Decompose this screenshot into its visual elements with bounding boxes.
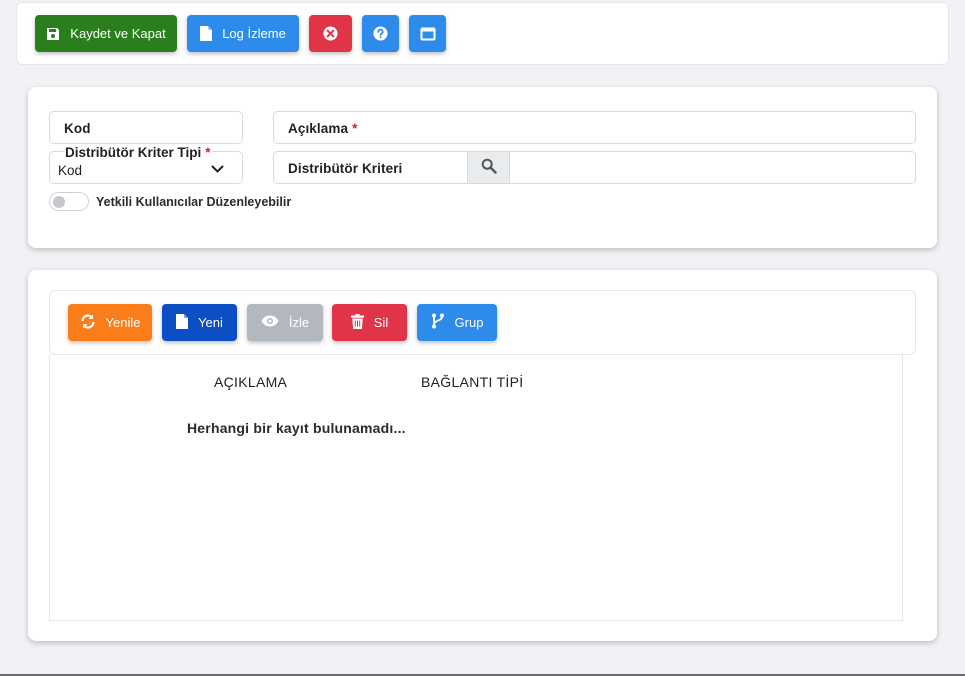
refresh-button[interactable]: Yenile: [68, 304, 152, 341]
save-close-label: Kaydet ve Kapat: [70, 26, 166, 41]
refresh-icon: [80, 313, 96, 332]
aciklama-label: Açıklama *: [288, 121, 358, 136]
group-label: Grup: [454, 315, 484, 330]
document-icon: [200, 26, 213, 41]
document-icon: [176, 313, 189, 332]
yetkili-label: Yetkili Kullanıcılar Düzenleyebilir: [96, 195, 292, 209]
data-grid: AÇIKLAMA BAĞLANTI TİPİ Herhangi bir kayı…: [49, 355, 903, 621]
kriter-input[interactable]: [511, 152, 914, 183]
trash-icon: [350, 313, 364, 332]
delete-button[interactable]: Sil: [332, 304, 407, 341]
window-icon: [420, 27, 436, 41]
group-button[interactable]: Grup: [417, 304, 497, 341]
window-button[interactable]: [409, 15, 446, 52]
log-view-label: Log İzleme: [222, 26, 286, 41]
grid-card: Yenile Yeni İzle Sil Grup AÇIKLAMA BAĞLA…: [28, 270, 937, 641]
save-icon: [46, 27, 60, 41]
refresh-label: Yenile: [105, 315, 141, 330]
save-close-button[interactable]: Kaydet ve Kapat: [35, 15, 177, 52]
form-card: Kod Açıklama * Distribütör Kriter Tipi * K…: [28, 87, 937, 248]
search-icon: [481, 158, 497, 177]
help-button[interactable]: [362, 15, 399, 52]
required-mark: *: [352, 121, 358, 136]
toggle-knob: [53, 195, 65, 208]
new-label: Yeni: [198, 315, 223, 330]
kriter-tipi-value: Kod: [58, 163, 83, 178]
eye-icon: [261, 315, 279, 330]
column-header-baglanti-tipi[interactable]: BAĞLANTI TİPİ: [421, 374, 523, 390]
kriter-tipi-label: Distribütör Kriter Tipi *: [64, 145, 212, 160]
delete-label: Sil: [373, 315, 389, 330]
branch-icon: [431, 313, 445, 332]
kriter-label: Distribütör Kriteri: [288, 161, 403, 176]
new-button[interactable]: Yeni: [162, 304, 237, 341]
chevron-down-icon: [211, 162, 224, 177]
view-button[interactable]: İzle: [247, 304, 323, 341]
required-mark: *: [205, 145, 211, 160]
kriter-field: Distribütör Kriteri: [273, 151, 916, 184]
aciklama-field[interactable]: Açıklama *: [273, 111, 916, 144]
close-button[interactable]: [309, 15, 352, 52]
empty-message: Herhangi bir kayıt bulunamadı...: [187, 420, 406, 436]
view-label: İzle: [288, 315, 310, 330]
kriter-search-button[interactable]: [467, 151, 510, 184]
grid-toolbar: Yenile Yeni İzle Sil Grup: [49, 290, 916, 355]
kriter-tipi-select[interactable]: Distribütör Kriter Tipi * Kod: [49, 145, 243, 184]
yetkili-toggle[interactable]: [49, 192, 89, 211]
log-view-button[interactable]: Log İzleme: [187, 15, 299, 52]
question-icon: [373, 26, 388, 41]
close-circle-icon: [323, 26, 338, 41]
top-toolbar: Kaydet ve Kapat Log İzleme: [16, 2, 949, 65]
column-header-aciklama[interactable]: AÇIKLAMA: [214, 374, 287, 390]
kod-field[interactable]: Kod: [49, 111, 243, 144]
kod-label: Kod: [64, 121, 91, 136]
